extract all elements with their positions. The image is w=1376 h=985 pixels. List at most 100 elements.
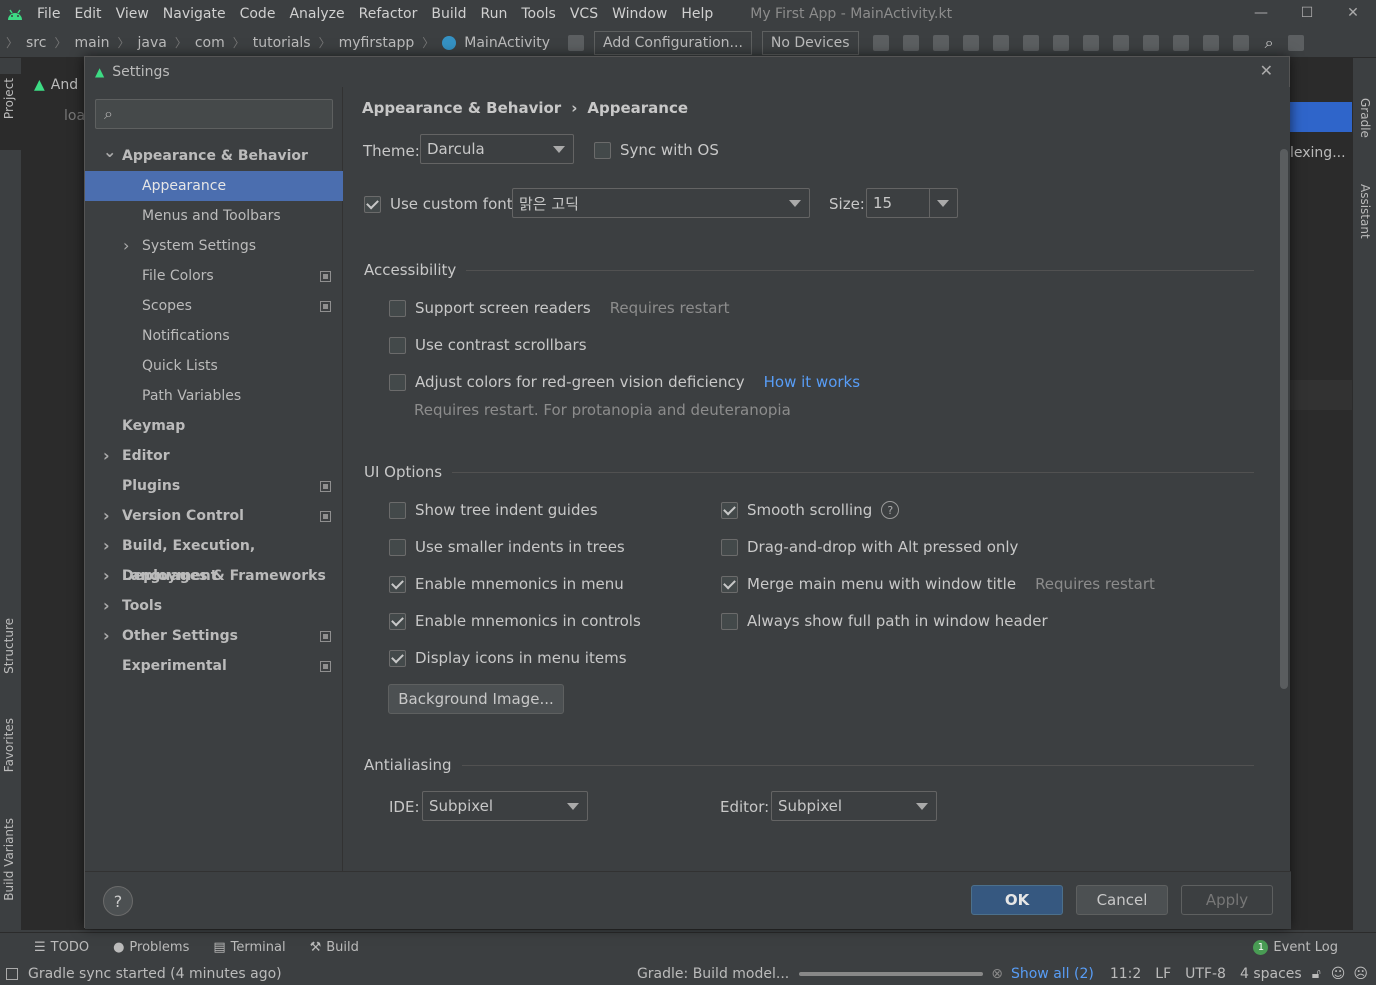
tree-item-system-settings[interactable]: › System Settings — [85, 231, 343, 261]
hammer-icon[interactable] — [568, 34, 585, 51]
breadcrumb-tutorials[interactable]: tutorials 〉 — [249, 34, 335, 51]
custom-font-dropdown[interactable]: 맑은 고딕 — [512, 188, 810, 218]
status-message[interactable]: Gradle sync started (4 minutes ago) — [28, 966, 282, 982]
stop-icon[interactable] — [1082, 34, 1099, 51]
todo-tab[interactable]: ☰ TODO — [34, 940, 89, 955]
apply-changes-icon[interactable] — [1052, 34, 1069, 51]
line-separator[interactable]: LF — [1155, 966, 1171, 982]
coverage-icon[interactable] — [932, 34, 949, 51]
menu-help[interactable]: Help — [674, 0, 720, 28]
help-icon[interactable]: ? — [881, 501, 900, 519]
mnemonics-menu-row[interactable]: Enable mnemonics in menu — [389, 575, 624, 593]
close-icon[interactable]: ✕ — [1260, 61, 1273, 80]
smaller-indents-row[interactable]: Use smaller indents in trees — [389, 538, 625, 556]
merge-menu-checkbox[interactable] — [721, 575, 738, 593]
tree-item-experimental[interactable]: Experimental — [85, 651, 343, 681]
icons-menu-checkbox[interactable] — [389, 649, 406, 667]
menu-edit[interactable]: Edit — [67, 0, 108, 28]
full-path-checkbox[interactable] — [721, 612, 738, 630]
chevron-right-icon[interactable]: › — [123, 231, 129, 261]
drag-drop-row[interactable]: Drag-and-drop with Alt pressed only — [721, 538, 1018, 556]
breadcrumb-src[interactable]: src 〉 — [22, 34, 70, 51]
menu-navigate[interactable]: Navigate — [156, 0, 233, 28]
attach-debugger-icon[interactable] — [1022, 34, 1039, 51]
screen-readers-row[interactable]: Support screen readers Requires restart — [389, 299, 730, 317]
sdk-manager-icon[interactable] — [1172, 34, 1189, 51]
contrast-scrollbars-checkbox[interactable] — [389, 336, 406, 354]
frown-icon[interactable]: ☹ — [1353, 966, 1368, 982]
ok-button[interactable]: OK — [971, 885, 1063, 915]
tree-item-other-settings[interactable]: › Other Settings — [85, 621, 343, 651]
cancel-progress-icon[interactable]: ⊗ — [991, 966, 1003, 982]
chevron-right-icon[interactable]: › — [103, 531, 110, 561]
tree-item-build-execution-deployment[interactable]: › Build, Execution, Deployment — [85, 531, 343, 584]
sync-os-checkbox[interactable] — [594, 141, 611, 159]
smooth-scrolling-checkbox[interactable] — [721, 501, 738, 519]
problems-tab[interactable]: ● Problems — [113, 940, 189, 955]
how-it-works-link[interactable]: How it works — [764, 373, 860, 391]
user-icon[interactable] — [1287, 34, 1304, 51]
device-manager-icon[interactable] — [1202, 34, 1219, 51]
ide-antialiasing-dropdown[interactable]: Subpixel — [422, 791, 588, 821]
event-log-tab[interactable]: 1 Event Log — [1253, 940, 1338, 955]
tree-item-notifications[interactable]: Notifications — [85, 321, 343, 351]
maximize-icon[interactable]: ☐ — [1284, 0, 1330, 26]
chevron-right-icon[interactable]: › — [103, 441, 110, 471]
mnemonics-controls-row[interactable]: Enable mnemonics in controls — [389, 612, 641, 630]
package-icon[interactable] — [1232, 34, 1249, 51]
cancel-button[interactable]: Cancel — [1076, 885, 1168, 915]
terminal-tab[interactable]: ▤ Terminal — [213, 940, 285, 955]
menu-code[interactable]: Code — [233, 0, 283, 28]
build-variants-tool-tab[interactable]: Build Variants — [2, 818, 16, 901]
tree-item-path-variables[interactable]: Path Variables — [85, 381, 343, 411]
tree-item-appearance-behavior[interactable]: ⌄ Appearance & Behavior — [85, 141, 343, 171]
search-everywhere-icon[interactable]: ⌕ — [1265, 33, 1274, 53]
editor-antialiasing-dropdown[interactable]: Subpixel — [771, 791, 937, 821]
breadcrumb-java[interactable]: java 〉 — [133, 34, 190, 51]
mnemonics-menu-checkbox[interactable] — [389, 575, 406, 593]
profile-icon[interactable] — [992, 34, 1009, 51]
tree-indent-row[interactable]: Show tree indent guides — [389, 501, 598, 519]
run-icon[interactable] — [872, 34, 889, 51]
chevron-right-icon[interactable]: › — [103, 561, 110, 591]
tree-item-file-colors[interactable]: File Colors — [85, 261, 343, 291]
caret-position[interactable]: 11:2 — [1110, 966, 1141, 982]
menu-refactor[interactable]: Refactor — [352, 0, 425, 28]
mnemonics-controls-checkbox[interactable] — [389, 612, 406, 630]
breadcrumb-mainactivity[interactable]: MainActivity — [438, 35, 554, 51]
menu-tools[interactable]: Tools — [514, 0, 563, 28]
show-all-link[interactable]: Show all (2) — [1011, 966, 1094, 982]
chevron-right-icon[interactable]: › — [103, 591, 110, 621]
menu-window[interactable]: Window — [605, 0, 674, 28]
custom-font-checkbox[interactable] — [364, 195, 381, 213]
background-image-button[interactable]: Background Image... — [388, 684, 564, 714]
chevron-right-icon[interactable]: › — [103, 501, 110, 531]
chevron-right-icon[interactable]: › — [103, 621, 110, 651]
screen-readers-checkbox[interactable] — [389, 299, 406, 317]
menu-vcs[interactable]: VCS — [563, 0, 605, 28]
tree-item-quick-lists[interactable]: Quick Lists — [85, 351, 343, 381]
tree-indent-checkbox[interactable] — [389, 501, 406, 519]
chevron-down-icon[interactable]: ⌄ — [103, 137, 116, 167]
apply-button[interactable]: Apply — [1181, 885, 1273, 915]
add-configuration-button[interactable]: Add Configuration... — [594, 30, 752, 55]
device-selector[interactable]: No Devices — [761, 30, 859, 55]
tree-item-appearance[interactable]: Appearance — [85, 171, 343, 201]
tree-item-version-control[interactable]: › Version Control — [85, 501, 343, 531]
menu-run[interactable]: Run — [474, 0, 515, 28]
minimize-icon[interactable]: — — [1238, 0, 1284, 26]
breadcrumb-myfirstapp[interactable]: myfirstapp 〉 — [335, 34, 439, 51]
favorites-tool-tab[interactable]: Favorites — [2, 718, 16, 772]
menu-view[interactable]: View — [109, 0, 156, 28]
custom-font-row[interactable]: Use custom font: — [364, 195, 518, 213]
rerun-icon[interactable] — [902, 34, 919, 51]
settings-search-input[interactable]: ⌕ — [95, 99, 333, 129]
menu-analyze[interactable]: Analyze — [282, 0, 351, 28]
project-tool-tab[interactable]: Project — [2, 78, 16, 119]
lock-icon[interactable]: 🔓︎ — [1312, 966, 1321, 982]
full-path-row[interactable]: Always show full path in window header — [721, 612, 1048, 630]
tree-item-tools[interactable]: › Tools — [85, 591, 343, 621]
theme-dropdown[interactable]: Darcula — [420, 134, 574, 164]
menu-file[interactable]: File — [30, 0, 67, 28]
avd-manager-icon[interactable] — [1142, 34, 1159, 51]
